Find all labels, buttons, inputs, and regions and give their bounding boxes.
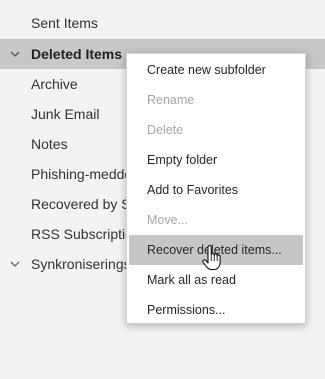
folder-label: Deleted Items <box>31 46 123 62</box>
folder-label: Junk Email <box>31 106 100 122</box>
menu-item-empty-folder[interactable]: Empty folder <box>127 145 305 175</box>
menu-item-add-to-favorites[interactable]: Add to Favorites <box>127 175 305 205</box>
chevron-down-icon[interactable] <box>9 258 21 270</box>
folder-label: Notes <box>31 136 68 152</box>
context-menu: Create new subfolder Rename Delete Empty… <box>126 53 306 324</box>
menu-item-move[interactable]: Move... <box>127 205 305 235</box>
folder-label: Archive <box>31 76 78 92</box>
folder-label: Sent Items <box>31 15 98 31</box>
hand-pointer-icon <box>202 245 221 271</box>
menu-item-delete[interactable]: Delete <box>127 115 305 145</box>
menu-item-permissions[interactable]: Permissions... <box>127 295 305 325</box>
folder-label: Recovered by Se <box>31 196 139 212</box>
folder-sent-items[interactable]: Sent Items <box>0 8 325 38</box>
chevron-down-icon[interactable] <box>9 48 21 60</box>
menu-item-create-subfolder[interactable]: Create new subfolder <box>127 55 305 85</box>
menu-item-rename[interactable]: Rename <box>127 85 305 115</box>
